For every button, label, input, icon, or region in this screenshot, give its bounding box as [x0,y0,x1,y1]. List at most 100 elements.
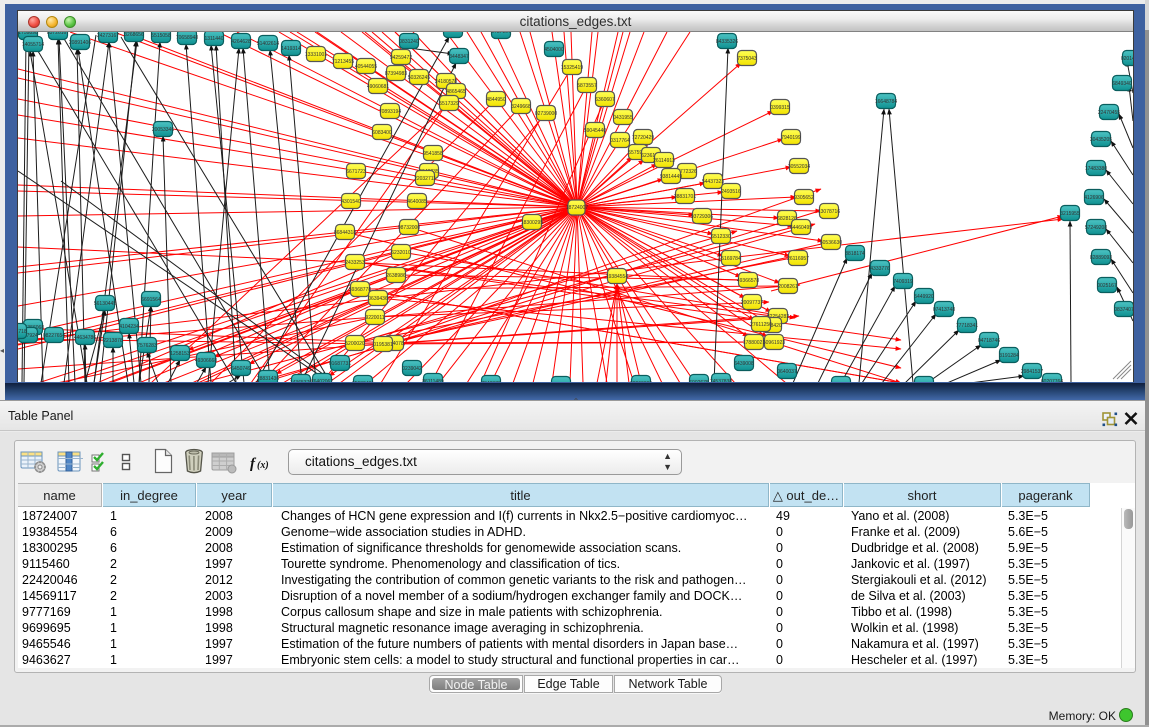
svg-text:98732000: 98732000 [398,225,420,231]
svg-text:16648784: 16648784 [875,99,897,105]
svg-text:51402614: 51402614 [257,41,279,47]
svg-text:7058649: 7058649 [443,32,463,34]
svg-text:4844950: 4844950 [486,97,506,103]
svg-text:72720429: 72720429 [632,135,654,141]
svg-text:2213878: 2213878 [103,338,123,344]
svg-text:6232010: 6232010 [391,250,411,256]
svg-text:7375043: 7375043 [737,56,757,62]
svg-text:4865465: 4865465 [446,89,466,95]
svg-text:f: f [250,456,257,472]
svg-text:08227654: 08227654 [43,333,65,339]
svg-text:0317764: 0317764 [610,138,630,144]
svg-text:60207764: 60207764 [1041,379,1063,382]
svg-text:0399315: 0399315 [770,105,790,111]
svg-text:26116957: 26116957 [787,256,809,262]
svg-text:04718746: 04718746 [978,338,1000,344]
svg-text:6671723: 6671723 [346,169,366,175]
svg-text:17483380: 17483380 [1085,166,1107,172]
svg-text:2008261: 2008261 [778,284,798,290]
svg-text:44634786: 44634786 [74,335,96,341]
svg-text:0639436: 0639436 [368,296,388,302]
svg-text:2493516: 2493516 [721,189,741,195]
svg-text:0831240: 0831240 [399,39,419,45]
svg-text:59368778: 59368778 [349,287,371,293]
svg-text:4333776: 4333776 [870,266,890,272]
svg-text:1311440: 1311440 [204,36,223,42]
svg-text:49306668: 49306668 [195,358,217,364]
svg-text:30435205: 30435205 [1090,137,1112,143]
svg-text:18724007: 18724007 [566,205,588,211]
svg-text:50326245: 50326245 [408,75,430,81]
svg-text:77718341: 77718341 [956,323,978,329]
svg-text:3249668: 3249668 [511,104,531,110]
svg-text:4640085: 4640085 [407,199,427,205]
svg-text:86111489: 86111489 [422,379,444,382]
svg-text:7343373: 7343373 [481,381,501,382]
svg-text:0025167: 0025167 [1097,283,1117,289]
svg-text:26114913: 26114913 [653,158,675,164]
svg-text:83726167: 83726167 [47,32,69,36]
svg-text:13078716: 13078716 [818,209,840,215]
svg-text:02739000: 02739000 [535,111,557,117]
svg-text:74537838: 74537838 [710,379,732,382]
svg-text:70893194: 70893194 [379,109,401,115]
svg-text:3215955: 3215955 [1060,211,1080,217]
svg-text:64460495: 64460495 [790,225,812,231]
svg-text:15325419: 15325419 [561,65,583,71]
svg-text:65630481: 65630481 [352,381,374,382]
svg-text:57249208: 57249208 [1085,225,1107,231]
svg-text:56130445: 56130445 [94,301,116,307]
svg-text:8818174: 8818174 [845,251,865,257]
svg-text:17880021: 17880021 [743,340,765,346]
svg-text:22032711: 22032711 [414,176,436,182]
svg-text:6450749: 6450749 [231,366,251,372]
svg-text:94259472: 94259472 [390,55,412,61]
svg-text:09260309: 09260309 [630,381,652,382]
svg-text:93814449: 93814449 [660,174,682,180]
svg-text:84335326: 84335326 [716,39,738,45]
svg-text:6849340: 6849340 [1112,81,1132,87]
svg-text:20097737: 20097737 [741,300,763,306]
svg-text:4126906: 4126906 [1084,195,1104,201]
svg-text:0837407: 0837407 [1114,307,1133,313]
svg-text:86844318: 86844318 [334,230,356,236]
svg-text:7409319: 7409319 [893,279,913,285]
svg-text:1258153: 1258153 [170,351,190,357]
svg-text:22470455: 22470455 [1098,110,1120,116]
svg-text:19384554: 19384554 [606,274,628,280]
svg-text:71213455: 71213455 [332,59,354,65]
svg-text:07413748: 07413748 [933,307,955,313]
svg-text:5873557: 5873557 [577,83,597,89]
svg-text:9305652: 9305652 [794,195,814,201]
svg-text:1759898: 1759898 [18,32,38,36]
svg-text:(x): (x) [257,460,269,471]
svg-text:3268656: 3268656 [124,32,144,38]
svg-text:6439008: 6439008 [734,361,754,367]
svg-text:0640037: 0640037 [777,369,797,375]
svg-text:7940199: 7940199 [781,135,801,141]
svg-text:93729306: 93729306 [691,214,713,220]
svg-text:9220011: 9220011 [365,315,384,321]
svg-text:49366578: 49366578 [737,278,759,284]
svg-text:54437323: 54437323 [702,179,724,185]
svg-text:29841537: 29841537 [1021,369,1043,375]
svg-text:4264628: 4264628 [231,39,251,45]
svg-text:87394983: 87394983 [385,71,407,77]
svg-text:6691564: 6691564 [141,297,161,303]
svg-text:13331001: 13331001 [305,52,327,58]
svg-text:0431955: 0431955 [613,115,633,121]
svg-text:9541858: 9541858 [423,151,443,157]
svg-text:14055714: 14055714 [22,42,44,48]
svg-text:82889093: 82889093 [1090,255,1112,261]
svg-text:4504000: 4504000 [544,47,564,53]
svg-text:18300295: 18300295 [521,220,543,226]
svg-text:3191284: 3191284 [999,353,1019,359]
svg-text:8737167: 8737167 [491,32,511,35]
svg-text:7576283: 7576283 [137,343,157,349]
svg-text:1419314: 1419314 [281,46,301,52]
svg-text:02014620: 02014620 [1121,56,1133,62]
svg-text:4104234: 4104234 [119,324,139,330]
svg-text:5169784: 5169784 [721,256,741,262]
svg-text:01687731: 01687731 [329,361,351,367]
svg-text:20053346: 20053346 [152,127,174,133]
